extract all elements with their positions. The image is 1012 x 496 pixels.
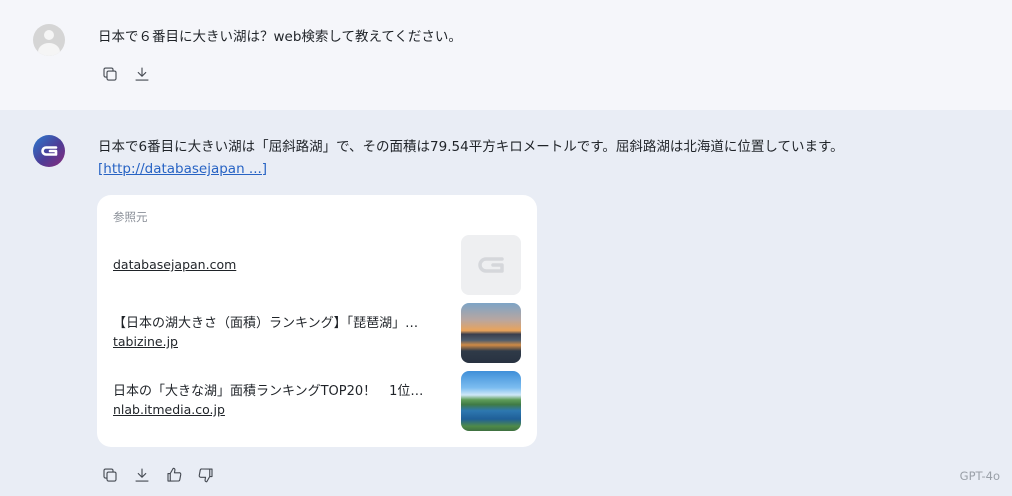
thumbs-up-icon [166,467,181,482]
g-logo-icon [478,257,504,273]
blue-lake-image [461,371,521,431]
download-icon [134,467,149,482]
reference-domain[interactable]: tabizine.jp [113,334,178,350]
reference-thumbnail [461,235,521,295]
download-icon [134,66,149,81]
copy-button[interactable] [100,465,119,484]
reference-title[interactable]: 【日本の湖大きさ（面積）ランキング】「琵琶湖」… [113,315,443,333]
download-button[interactable] [132,465,151,484]
references-title: 参照元 [113,210,148,224]
thumbs-down-icon [198,467,213,482]
reference-item[interactable]: 【日本の湖大きさ（面積）ランキング】「琵琶湖」… tabizine.jp [113,303,523,363]
assistant-message: 日本で6番目に大きい湖は「屈斜路湖」で、その面積は79.54平方キロメートルです… [0,110,1012,496]
user-avatar [33,24,65,56]
reference-domain[interactable]: nlab.itmedia.co.jp [113,402,225,418]
user-message-actions [100,64,151,83]
download-button[interactable] [132,64,151,83]
thumbs-up-button[interactable] [164,465,183,484]
user-message-text: 日本で６番目に大きい湖は？web検索して教えてください。 [98,29,462,45]
model-label: GPT-4o [959,469,1000,483]
copy-icon [102,66,117,81]
reference-title[interactable]: 日本の「大きな湖」面積ランキングTOP20！ 1位… [113,383,443,401]
sunset-lake-image [461,303,521,363]
source-link[interactable]: [http://databasejapan ...] [98,159,267,179]
g-logo-icon [41,146,58,156]
copy-icon [102,467,117,482]
assistant-avatar [33,135,65,167]
copy-button[interactable] [100,64,119,83]
reference-item[interactable]: databasejapan.com [113,235,523,295]
reference-domain[interactable]: databasejapan.com [113,257,236,273]
references-card: 参照元 databasejapan.com 【日本の湖大きさ（面積）ランキング】… [97,195,537,447]
assistant-answer-text: 日本で6番目に大きい湖は「屈斜路湖」で、その面積は79.54平方キロメートルです… [98,139,844,155]
thumbs-down-button[interactable] [196,465,215,484]
assistant-message-actions [100,465,215,484]
user-message: 日本で６番目に大きい湖は？web検索して教えてください。 [0,0,1012,110]
reference-item[interactable]: 日本の「大きな湖」面積ランキングTOP20！ 1位… nlab.itmedia.… [113,371,523,431]
